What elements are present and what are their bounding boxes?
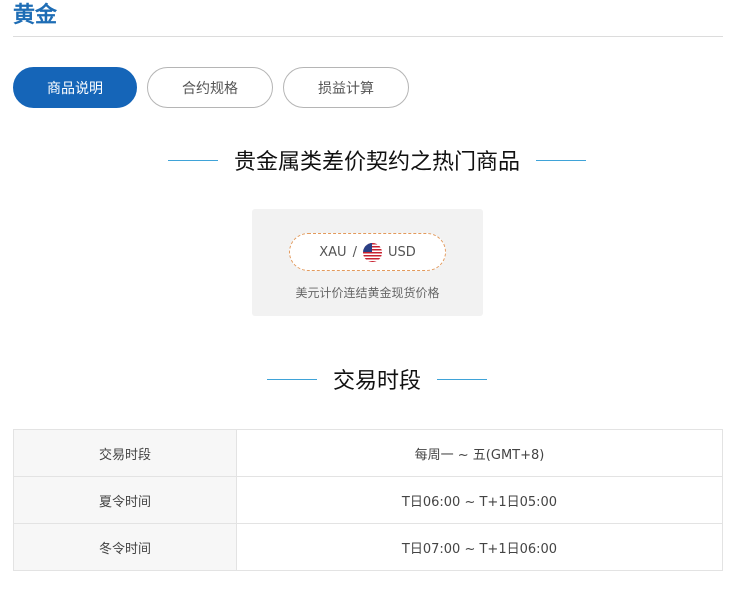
row-label: 交易时段 (13, 429, 237, 477)
row-value: 每周一 ~ 五(GMT+8) (236, 429, 723, 477)
popular-products-title: 贵金属类差价契约之热门商品 (233, 150, 520, 175)
heading-rule-right (437, 378, 487, 380)
trading-hours-table: 交易时段 每周一 ~ 五(GMT+8) 夏令时间 T日06:00 ~ T+1日0… (13, 429, 723, 571)
base-symbol: XAU (319, 244, 347, 260)
table-row: 交易时段 每周一 ~ 五(GMT+8) (13, 429, 723, 477)
quote-symbol: USD (387, 244, 416, 260)
tab-product-description[interactable]: 商品说明 (13, 67, 137, 108)
title-divider (13, 36, 723, 37)
heading-rule-left (266, 378, 317, 380)
tab-contract-specs[interactable]: 合约规格 (147, 67, 273, 108)
tab-bar: 商品说明 合约规格 损益计算 (13, 67, 409, 108)
product-caption: 美元计价连结黄金现货价格 (295, 286, 440, 300)
tab-pnl-calculator[interactable]: 损益计算 (283, 67, 409, 108)
trading-hours-heading: 交易时段 (0, 364, 754, 394)
heading-rule-left (167, 159, 218, 161)
us-flag-icon (362, 242, 382, 262)
table-row: 夏令时间 T日06:00 ~ T+1日05:00 (13, 476, 723, 524)
popular-products-heading: 贵金属类差价契约之热门商品 (0, 145, 754, 175)
row-value: T日06:00 ~ T+1日05:00 (236, 476, 723, 524)
heading-rule-right (536, 159, 586, 161)
row-label: 夏令时间 (13, 476, 237, 524)
row-value: T日07:00 ~ T+1日06:00 (236, 523, 723, 571)
currency-pair-pill[interactable]: XAU / USD (289, 233, 446, 271)
pair-separator: / (352, 244, 357, 260)
product-card[interactable]: XAU / USD 美元计价连结黄金现货价格 (252, 209, 483, 316)
row-label: 冬令时间 (13, 523, 237, 571)
table-row: 冬令时间 T日07:00 ~ T+1日06:00 (13, 523, 723, 571)
trading-hours-title: 交易时段 (332, 369, 421, 394)
page-title: 黄金 (13, 3, 58, 28)
